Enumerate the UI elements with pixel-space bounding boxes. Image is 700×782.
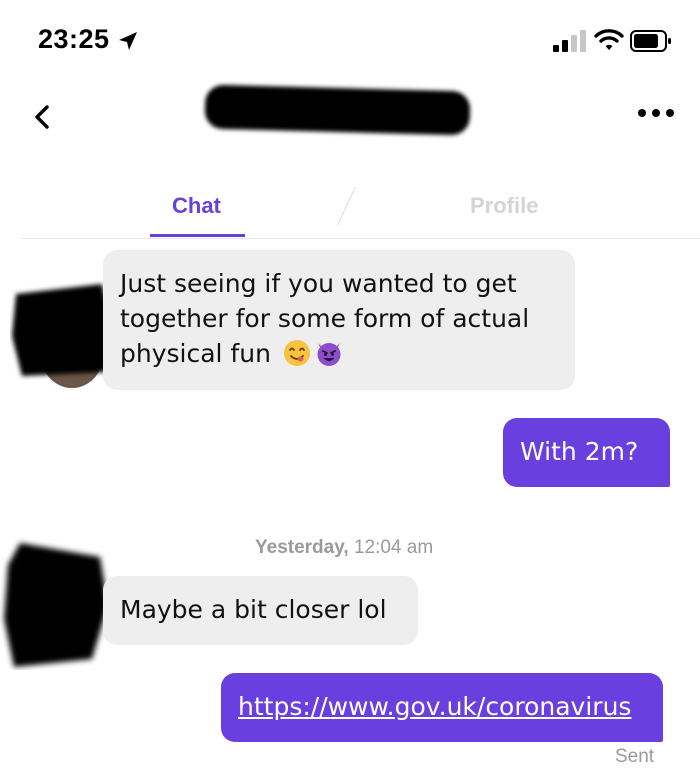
redacted-avatar (12, 284, 114, 388)
location-arrow-icon (119, 32, 137, 50)
delivery-status: Sent (615, 746, 655, 767)
outgoing-message: https://www.gov.uk/coronavirus (221, 673, 663, 742)
more-horizontal-icon[interactable] (636, 107, 676, 121)
yum-face-emoji (283, 340, 310, 366)
status-time: 23:25 (38, 24, 110, 54)
message-text: Maybe a bit closer lol (120, 595, 387, 624)
tab-chat[interactable]: Chat (172, 193, 221, 219)
battery-icon (630, 30, 671, 52)
chat-screen: 23:25 Chat Profile Just seeing if you wa… (0, 0, 700, 782)
wifi-icon (594, 29, 624, 50)
smiling-devil-emoji (317, 343, 341, 366)
signal-icon (553, 30, 586, 52)
redacted-avatar (4, 543, 108, 667)
incoming-message: Maybe a bit closer lol (103, 576, 418, 645)
message-link[interactable]: https://www.gov.uk/coronavirus (238, 692, 631, 721)
status-bar: 23:25 (0, 0, 700, 80)
chevron-left-icon[interactable] (32, 104, 52, 130)
message-timestamp: Yesterday, 12:04 am (255, 537, 433, 559)
navigation-bar (0, 80, 700, 160)
outgoing-message: With 2m? (503, 418, 670, 487)
timestamp-time: 12:04 am (353, 537, 434, 558)
active-tab-indicator (150, 234, 245, 237)
timestamp-day: Yesterday, (255, 537, 349, 558)
redacted-contact-name (204, 84, 471, 136)
tab-divider (337, 186, 356, 226)
chat-profile-tabs: Chat Profile (0, 185, 700, 240)
tabs-divider-line (20, 238, 700, 239)
message-text: With 2m? (520, 437, 639, 466)
incoming-message: Just seeing if you wanted to get togethe… (103, 250, 575, 390)
tab-profile[interactable]: Profile (470, 193, 538, 219)
